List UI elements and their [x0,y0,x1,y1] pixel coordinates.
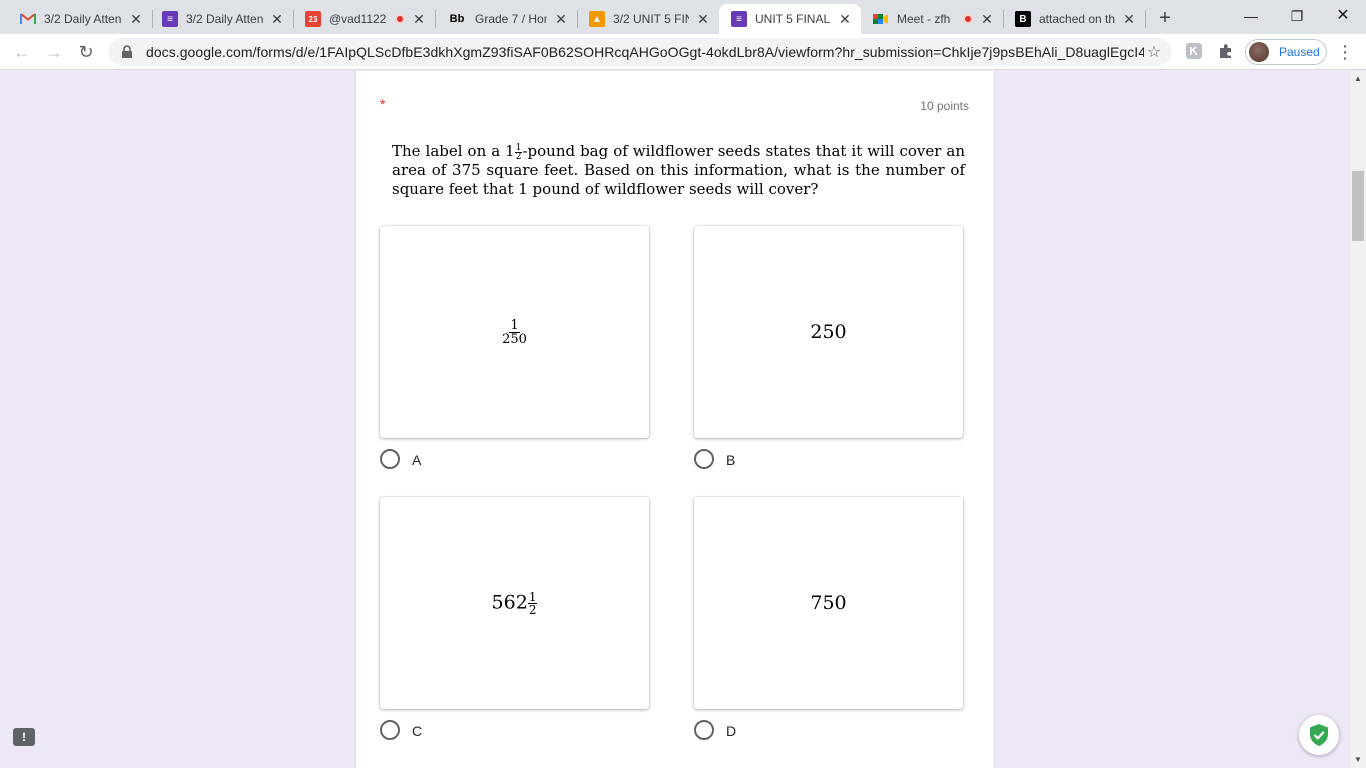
scroll-up-arrow-icon[interactable]: ▲ [1350,71,1366,87]
option-c-radio[interactable] [380,720,400,740]
numerator: 1 [527,589,538,604]
question-text-start: The label on a [392,142,506,160]
option-b-image[interactable]: 250 [694,226,963,438]
scroll-down-arrow-icon[interactable]: ▼ [1350,752,1366,768]
blackboard-icon: Bb [449,13,465,25]
required-asterisk: * [380,96,386,112]
denominator: 250 [502,331,527,347]
profile-button[interactable]: Paused [1245,39,1327,65]
whole-part: 562 [491,591,528,613]
page-scrollbar[interactable]: ▲ ▼ [1350,71,1366,768]
tab-brainly[interactable]: B attached on th ✕ [1003,4,1145,34]
tab-classroom[interactable]: ▲ 3/2 UNIT 5 FIN ✕ [577,4,719,34]
browser-menu-icon[interactable]: ⋮ [1336,38,1354,66]
google-classroom-icon: ▲ [589,11,605,27]
close-icon[interactable]: ✕ [695,11,711,27]
close-icon[interactable]: ✕ [837,11,853,27]
numerator: 1 [509,317,520,333]
browser-toolbar: ← → ↻ docs.google.com/forms/d/e/1FAIpQLS… [0,34,1366,70]
tab-unit5-final-active[interactable]: ≡ UNIT 5 FINAL - ✕ [719,4,861,34]
recording-icon [395,14,405,24]
denominator: 2 [528,602,537,617]
close-icon[interactable]: ✕ [269,11,285,27]
avatar [1249,42,1269,62]
option-a-radio[interactable] [380,449,400,469]
bookmark-star-icon[interactable]: ☆ [1144,42,1164,62]
window-close-button[interactable]: ✕ [1320,0,1366,32]
tab-strip: 3/2 Daily Atten ✕ ≡ 3/2 Daily Atten ✕ 23… [0,0,1366,34]
extension-icon[interactable] [1184,42,1204,62]
option-d-value: 750 [810,592,847,614]
option-d-radio[interactable] [694,720,714,740]
fraction: 1 250 [502,319,527,346]
fraction: 12 [527,589,538,617]
close-icon[interactable]: ✕ [979,11,995,27]
option-a-label[interactable]: A [412,452,421,468]
url-text: docs.google.com/forms/d/e/1FAIpQLScDfbE3… [146,44,1144,60]
option-b-radio[interactable] [694,449,714,469]
mixed-number: 562 1 2 [492,591,538,616]
reload-button[interactable]: ↻ [72,38,100,66]
question-text: The label on a 1 1 2 -pound bag of wildflow… [392,142,965,199]
points-label: 10 points [920,99,969,113]
address-bar[interactable]: docs.google.com/forms/d/e/1FAIpQLScDfbE3… [108,38,1172,66]
tab-forms-attendance[interactable]: ≡ 3/2 Daily Atten ✕ [150,4,293,34]
tab-title: Meet - zfh [897,12,951,26]
brainly-icon: B [1015,11,1031,27]
option-c-image[interactable]: 562 1 2 [380,497,649,709]
tab-title: @vad1122 [329,12,387,26]
tab-title: Grade 7 / Hom [475,12,547,26]
tab-calendar[interactable]: 23 @vad1122 ✕ [293,4,435,34]
tab-blackboard[interactable]: Bb Grade 7 / Hom ✕ [435,4,577,34]
close-icon[interactable]: ✕ [411,11,427,27]
tab-title: UNIT 5 FINAL - [755,12,831,26]
option-d-label[interactable]: D [726,723,736,739]
profile-status: Paused [1279,45,1320,59]
close-icon[interactable]: ✕ [128,11,144,27]
tab-title: attached on th [1039,12,1115,26]
option-b-value: 250 [810,321,847,343]
tab-separator [1145,10,1146,28]
scroll-thumb[interactable] [1352,171,1364,241]
google-meet-icon [873,11,889,27]
option-c-label[interactable]: C [412,723,422,739]
gmail-icon [20,11,36,27]
close-icon[interactable]: ✕ [553,11,569,27]
tab-meet[interactable]: Meet - zfh ✕ [861,4,1003,34]
close-icon[interactable]: ✕ [1121,11,1137,27]
forward-button[interactable]: → [40,38,68,66]
mixed-number: 112 [505,142,523,162]
tab-title: 3/2 Daily Atten [44,12,122,26]
feedback-icon[interactable]: ! [13,728,35,746]
extensions-puzzle-icon[interactable] [1216,42,1236,62]
recording-icon [963,14,973,24]
tab-title: 3/2 UNIT 5 FIN [613,12,689,26]
page-content: * 10 points The label on a 1 1 2 -pound bag… [0,71,1350,768]
tab-title: 3/2 Daily Atten [186,12,263,26]
tab-gmail[interactable]: 3/2 Daily Atten ✕ [8,4,152,34]
denominator: 2 [515,151,522,162]
lock-icon [122,45,132,58]
whole-part: 1 [505,142,515,160]
option-b-label[interactable]: B [726,452,735,468]
google-forms-icon: ≡ [162,11,178,27]
restore-button[interactable]: ❐ [1274,0,1320,32]
back-button[interactable]: ← [8,38,36,66]
shield-check-icon[interactable] [1299,715,1339,755]
option-d-image[interactable]: 750 [694,497,963,709]
question-card: * 10 points The label on a 1 1 2 -pound bag… [355,71,995,768]
new-tab-button[interactable]: + [1153,6,1177,30]
minimize-button[interactable]: — [1228,0,1274,32]
calendar-icon: 23 [305,11,321,27]
option-a-image[interactable]: 1 250 [380,226,649,438]
google-forms-icon: ≡ [731,11,747,27]
